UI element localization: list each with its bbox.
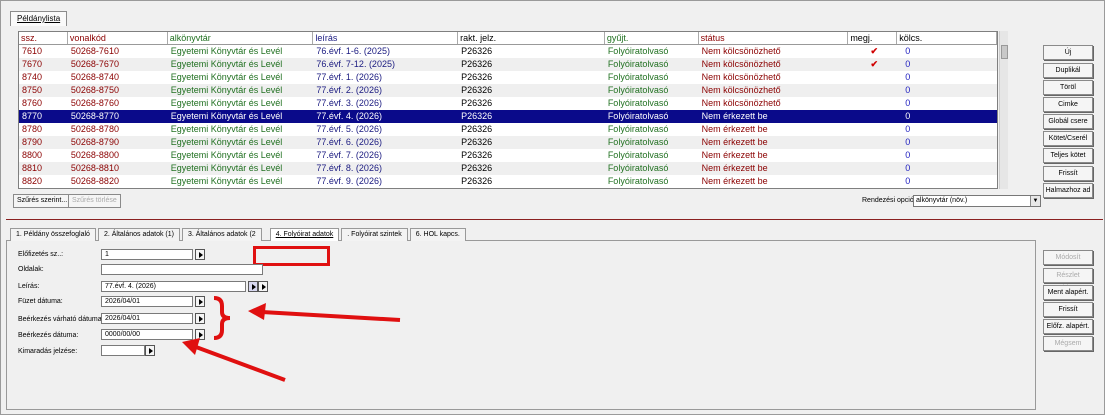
bracket-annotation: [213, 296, 231, 340]
arrow-head-lower: [182, 338, 200, 355]
arrow-line-right: [261, 310, 401, 322]
arrow-line-lower: [195, 345, 286, 382]
annotation-overlay: [182, 296, 401, 382]
arrow-head-right: [248, 303, 266, 320]
